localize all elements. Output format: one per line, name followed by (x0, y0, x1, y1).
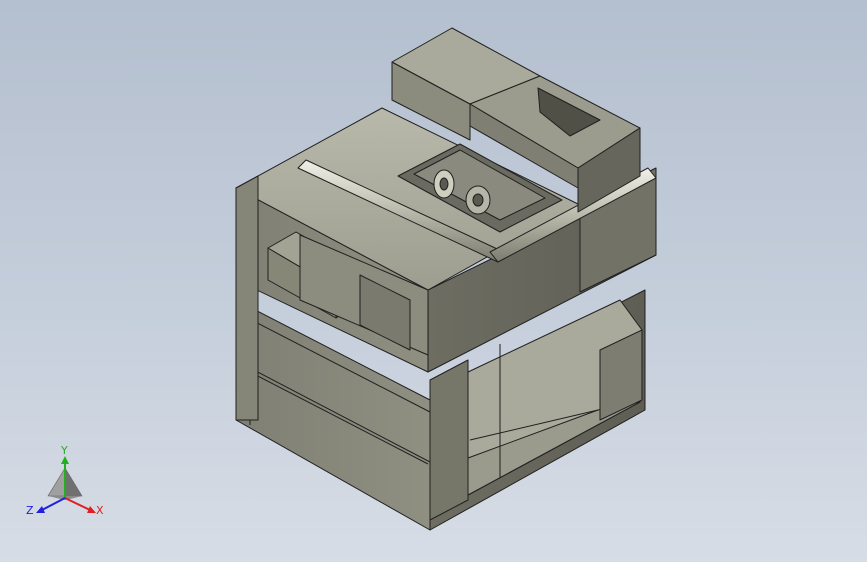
3d-model-printer[interactable] (0, 0, 867, 562)
z-axis-icon (41, 497, 66, 511)
graphics-viewport[interactable]: Y X Z (0, 0, 867, 562)
x-axis-label: X (96, 504, 104, 517)
orientation-triad[interactable]: Y X Z (20, 440, 110, 530)
drawer-slot (429, 359, 469, 521)
y-axis-label: Y (60, 444, 68, 457)
z-axis-label: Z (26, 504, 34, 517)
left-rail (235, 175, 259, 421)
x-axis-icon (64, 497, 91, 511)
